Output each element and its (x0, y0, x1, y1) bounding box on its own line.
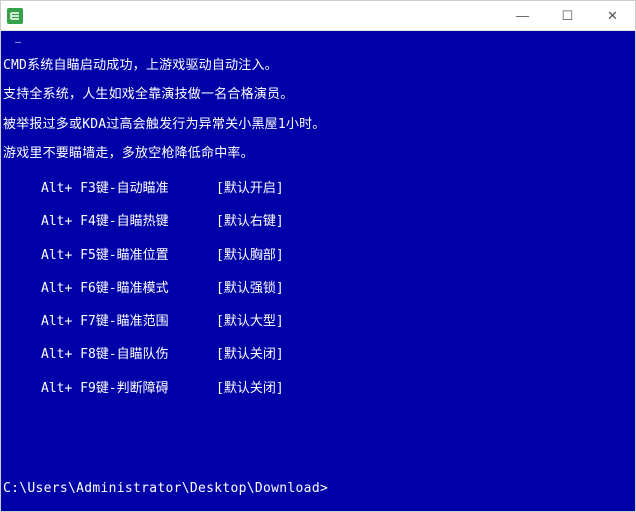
window-controls: — ☐ ✕ (500, 1, 635, 30)
app-icon (7, 8, 23, 24)
terminal-top-strip: — (1, 31, 635, 49)
hotkey-row: Alt+ F6键-瞄准模式 [默认强锁] (41, 276, 635, 309)
terminal-top-token: — (15, 37, 21, 50)
maximize-button[interactable]: ☐ (545, 1, 590, 30)
hotkey-row: Alt+ F3键-自动瞄准 [默认开启] (41, 176, 635, 209)
hotkey-key: Alt+ F5键-瞄准位置 (41, 248, 216, 264)
terminal-prompt[interactable]: C:\Users\Administrator\Desktop\Download> (3, 481, 328, 497)
terminal-message: 被举报过多或KDA过高会触发行为异常关小黑屋1小时。 (1, 114, 635, 143)
hotkey-key: Alt+ F9键-判断障碍 (41, 381, 216, 397)
terminal-body: CMD系统自瞄启动成功，上游戏驱动自动注入。 支持全系统，人生如戏全靠演技做一名… (1, 49, 635, 409)
hotkey-key: Alt+ F8键-自瞄队伤 (41, 347, 216, 363)
terminal-message: 支持全系统，人生如戏全靠演技做一名合格演员。 (1, 84, 635, 113)
hotkey-key: Alt+ F6键-瞄准模式 (41, 281, 216, 297)
terminal-message: CMD系统自瞄启动成功，上游戏驱动自动注入。 (1, 55, 635, 84)
hotkey-default: [默认强锁] (216, 281, 284, 297)
hotkey-default: [默认右键] (216, 214, 284, 230)
minimize-button[interactable]: — (500, 1, 545, 30)
hotkey-row: Alt+ F7键-瞄准范围 [默认大型] (41, 309, 635, 342)
hotkey-default: [默认胸部] (216, 248, 284, 264)
titlebar[interactable]: — ☐ ✕ (1, 1, 635, 31)
app-icon-wrap (1, 2, 29, 30)
hotkey-block: Alt+ F3键-自动瞄准 [默认开启] Alt+ F4键-自瞄热键 [默认右键… (1, 172, 635, 409)
hotkey-row: Alt+ F5键-瞄准位置 [默认胸部] (41, 243, 635, 276)
terminal[interactable]: — CMD系统自瞄启动成功，上游戏驱动自动注入。 支持全系统，人生如戏全靠演技做… (1, 31, 635, 511)
close-button[interactable]: ✕ (590, 1, 635, 30)
hotkey-default: [默认关闭] (216, 381, 284, 397)
hotkey-row: Alt+ F9键-判断障碍 [默认关闭] (41, 376, 635, 409)
hotkey-row: Alt+ F4键-自瞄热键 [默认右键] (41, 209, 635, 242)
terminal-message: 游戏里不要瞄墙走，多放空枪降低命中率。 (1, 143, 635, 172)
window: — ☐ ✕ — CMD系统自瞄启动成功，上游戏驱动自动注入。 支持全系统，人生如… (0, 0, 636, 512)
hotkey-default: [默认关闭] (216, 347, 284, 363)
hotkey-key: Alt+ F4键-自瞄热键 (41, 214, 216, 230)
hotkey-row: Alt+ F8键-自瞄队伤 [默认关闭] (41, 342, 635, 375)
hotkey-default: [默认大型] (216, 314, 284, 330)
hotkey-key: Alt+ F3键-自动瞄准 (41, 181, 216, 197)
hotkey-default: [默认开启] (216, 181, 284, 197)
hotkey-key: Alt+ F7键-瞄准范围 (41, 314, 216, 330)
